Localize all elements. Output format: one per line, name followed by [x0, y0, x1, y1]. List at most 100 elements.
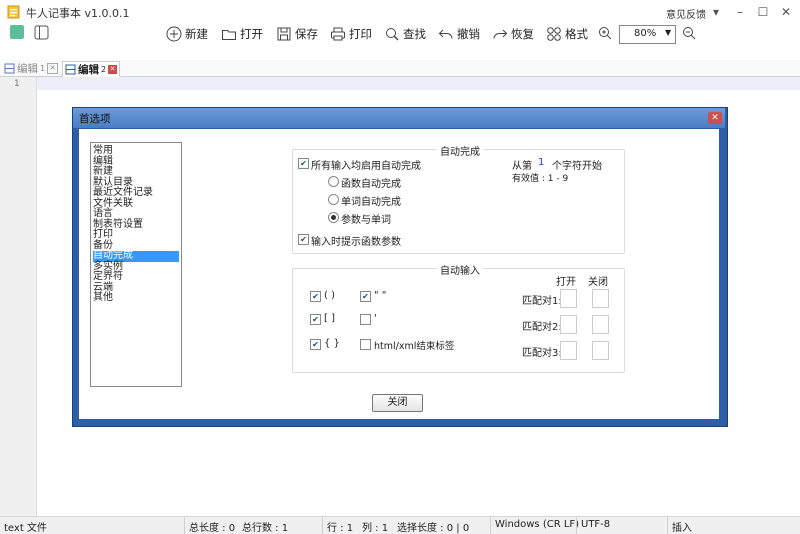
line-number: 1	[14, 79, 20, 89]
category-item[interactable]: 最近文件记录	[93, 187, 179, 199]
undo-icon	[438, 29, 453, 39]
tab-close-icon[interactable]: ✕	[47, 63, 59, 74]
paren-label: ( )	[324, 290, 335, 301]
from-value[interactable]: 1	[538, 157, 544, 168]
category-item[interactable]: 其他	[93, 292, 179, 304]
dialog-title: 首选项	[79, 113, 111, 125]
match-1-close-input[interactable]	[592, 289, 609, 308]
param-word-radio[interactable]	[328, 212, 339, 223]
category-item[interactable]: 新建	[93, 166, 179, 178]
new-button[interactable]: 新建	[166, 24, 208, 44]
bracket-label: [ ]	[324, 313, 335, 324]
save-button[interactable]: 保存	[276, 24, 318, 44]
html-tag-label: html/xml结束标签	[374, 341, 455, 352]
hint-params-label: 输入时提示函数参数	[311, 237, 401, 248]
chevron-down-icon: ▼	[665, 28, 672, 37]
minimize-icon[interactable]: –	[729, 2, 751, 22]
theme-color-icon[interactable]	[10, 25, 24, 39]
brace-label: { }	[324, 338, 340, 349]
printer-icon	[331, 27, 345, 41]
autocomplete-group-title: 自动完成	[437, 143, 483, 158]
paren-checkbox[interactable]: ✔	[310, 291, 321, 302]
redo-button[interactable]: 恢复	[492, 24, 534, 44]
status-total-length: 总长度 : 0	[189, 523, 236, 534]
tab-close-icon[interactable]: ✕	[108, 65, 118, 74]
undo-button[interactable]: 撤销	[438, 24, 480, 44]
from-suffix: 个字符开始	[552, 161, 602, 172]
word-radio[interactable]	[328, 194, 339, 205]
tab-number: 2	[101, 65, 107, 74]
match-2-open-input[interactable]	[560, 315, 577, 334]
close-button[interactable]: 关闭	[372, 394, 423, 412]
category-item[interactable]: 定界符	[93, 271, 179, 283]
brace-checkbox[interactable]: ✔	[310, 339, 321, 350]
match-2-close-input[interactable]	[592, 315, 609, 334]
sidebar-toggle-icon[interactable]	[34, 25, 49, 40]
hint-params-checkbox[interactable]: ✔	[298, 234, 309, 245]
zoom-out-icon[interactable]	[682, 26, 696, 40]
category-item[interactable]: 打印	[93, 229, 179, 241]
squote-label: '	[374, 313, 377, 324]
open-column-header: 打开	[556, 277, 576, 288]
maximize-icon[interactable]: ☐	[752, 2, 774, 22]
status-insert-mode: 插入	[672, 523, 692, 534]
plus-circle-icon	[166, 26, 182, 42]
func-label: 函数自动完成	[341, 179, 401, 190]
html-tag-checkbox[interactable]	[360, 339, 371, 350]
bracket-checkbox[interactable]: ✔	[310, 314, 321, 325]
category-item-selected[interactable]: 自动完成	[93, 250, 179, 262]
dialog-close-icon[interactable]: ✕	[708, 112, 722, 124]
zoom-select[interactable]: 80% ▼	[619, 25, 676, 44]
match-3-open-input[interactable]	[560, 341, 577, 360]
redo-label: 恢复	[511, 27, 534, 41]
menu-dropdown-icon[interactable]: ▾	[705, 2, 727, 22]
tab-number: 1	[40, 64, 46, 73]
dquote-checkbox[interactable]: ✔	[360, 291, 371, 302]
valid-range: 有效值 : 1 - 9	[512, 174, 569, 184]
status-total-lines: 总行数 : 1	[242, 523, 289, 534]
word-label: 单词自动完成	[341, 197, 401, 208]
match-pair-2-label: 匹配对2:	[522, 322, 562, 333]
status-eol: Windows (CR LF)	[495, 519, 580, 530]
from-prefix: 从第	[512, 161, 532, 172]
dquote-label: " "	[374, 290, 387, 301]
redo-icon	[493, 29, 508, 39]
zoom-in-icon[interactable]	[598, 26, 612, 40]
squote-checkbox[interactable]	[360, 314, 371, 325]
status-col: 列 : 1	[362, 523, 389, 534]
format-label: 格式	[565, 27, 588, 41]
dialog-title-bar	[73, 108, 725, 128]
match-3-close-input[interactable]	[592, 341, 609, 360]
status-encoding: UTF-8	[581, 519, 611, 530]
category-item[interactable]: 语言	[93, 208, 179, 220]
notepad-app-icon	[7, 5, 20, 19]
open-button[interactable]: 打开	[221, 24, 263, 44]
print-button[interactable]: 打印	[330, 24, 372, 44]
zoom-value: 80%	[634, 28, 657, 39]
save-disk-icon	[277, 27, 291, 41]
format-button[interactable]: 格式	[546, 24, 588, 44]
param-word-label: 参数与单词	[341, 215, 391, 226]
editor-text-area[interactable]	[37, 77, 800, 90]
close-window-icon[interactable]: ✕	[775, 2, 797, 22]
enable-all-checkbox[interactable]: ✔	[298, 158, 309, 169]
match-1-open-input[interactable]	[560, 289, 577, 308]
line-gutter	[0, 77, 37, 517]
find-label: 查找	[403, 27, 426, 41]
open-label: 打开	[240, 27, 263, 41]
status-file-type: text 文件	[4, 523, 47, 534]
tab-label: 编辑	[78, 64, 99, 76]
func-radio[interactable]	[328, 176, 339, 187]
search-icon	[386, 28, 399, 41]
tab-edit-1[interactable]: 编辑 1 ✕	[4, 61, 59, 76]
new-label: 新建	[185, 27, 208, 41]
match-pair-3-label: 匹配对3:	[522, 348, 562, 359]
status-selection: 选择长度 : 0 | 0	[397, 523, 470, 534]
print-label: 打印	[349, 27, 372, 41]
tab-edit-2[interactable]: 编辑 2 ✕	[62, 61, 121, 77]
category-item[interactable]: 常用	[93, 145, 179, 157]
feedback-link[interactable]: 意见反馈	[666, 6, 706, 21]
tab-label: 编辑	[17, 63, 38, 75]
match-pair-1-label: 匹配对1:	[522, 296, 562, 307]
find-button[interactable]: 查找	[384, 24, 426, 44]
